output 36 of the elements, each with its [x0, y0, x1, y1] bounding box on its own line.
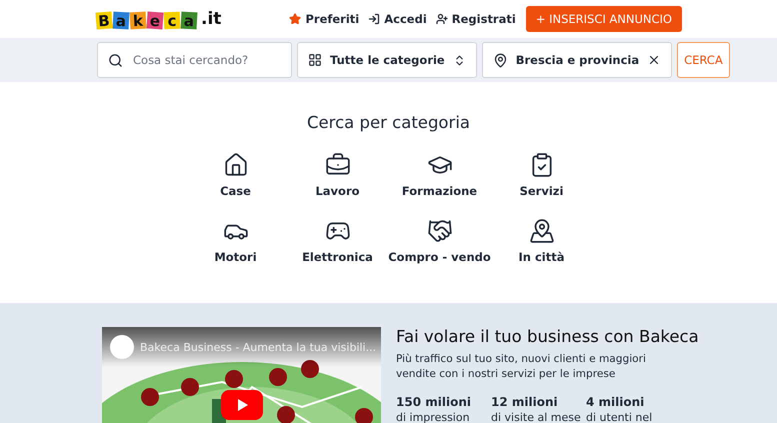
location-field[interactable]: Brescia e provincia	[482, 42, 672, 78]
category-link[interactable]: Lavoro	[286, 152, 388, 198]
logo[interactable]: B a k e c a .it	[96, 9, 222, 29]
category-link[interactable]: Compro - vendo	[388, 218, 490, 264]
section-title: Cerca per categoria	[306, 113, 470, 132]
stat-label: di visite al mese	[491, 411, 582, 423]
category-link[interactable]: Elettronica	[286, 218, 388, 264]
play-icon[interactable]	[221, 390, 263, 420]
category-select[interactable]: Tutte le categorie	[297, 42, 477, 78]
category-link[interactable]: In città	[490, 218, 592, 264]
stat-label: di impression	[396, 411, 471, 423]
post-ad-button[interactable]: + INSERISCI ANNUNCIO	[526, 6, 682, 32]
promo-text: Più traffico sul tuo sito, nuovi clienti e maggiori vendite con i nostri servizi per le imprese	[396, 352, 647, 382]
category-link[interactable]: Formazione	[388, 152, 490, 198]
map-pin-icon	[528, 218, 554, 244]
location-icon	[492, 52, 508, 68]
login-icon	[368, 13, 380, 25]
stat-label: di utenti nel	[586, 411, 654, 423]
search-field[interactable]: Cosa stai cercando?	[97, 42, 292, 78]
search-icon	[108, 52, 123, 68]
category-link[interactable]: Case	[184, 152, 286, 198]
search-button[interactable]: CERCA	[677, 42, 730, 78]
promo-title: Fai volare il tuo business con Bakeca	[396, 327, 699, 346]
stat-value: 4 milioni	[586, 395, 646, 409]
nav-link[interactable]: Accedi	[368, 12, 427, 26]
house-icon	[222, 152, 248, 178]
stat-value: 12 milioni	[491, 395, 559, 409]
grid-icon	[308, 53, 322, 67]
stat-value: 150 milioni	[396, 395, 472, 409]
nav-link[interactable]: Preferiti	[289, 12, 360, 26]
category-link[interactable]: Servizi	[490, 152, 592, 198]
handshake-icon	[426, 218, 452, 244]
star-icon	[289, 13, 302, 25]
category-link[interactable]: Motori	[184, 218, 286, 264]
nav-link[interactable]: Registrati	[436, 12, 516, 26]
add-user-icon	[436, 13, 448, 25]
